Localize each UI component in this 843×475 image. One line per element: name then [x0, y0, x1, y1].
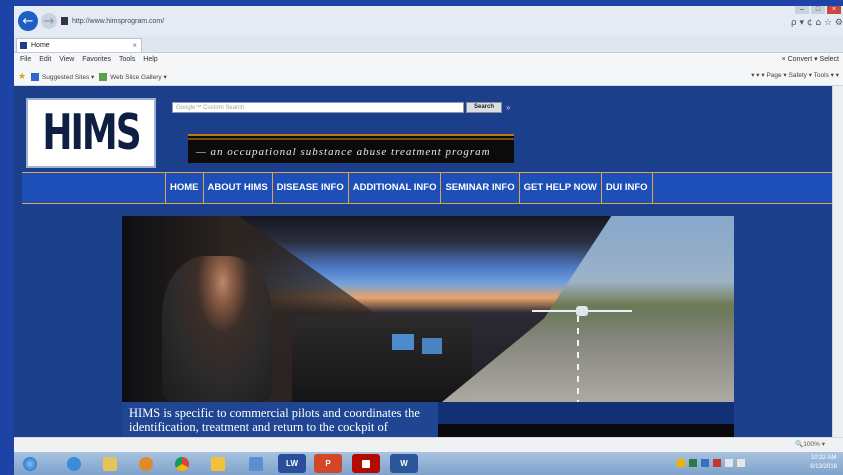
search-more-icon[interactable]: » — [506, 102, 510, 113]
tray-icon-4[interactable] — [713, 459, 721, 467]
favorites-bar: ★ Suggested Sites ▾ Web Slice Gallery ▾ … — [14, 67, 843, 86]
taskbar-media-icon[interactable] — [132, 454, 160, 473]
windows-taskbar: LW P W 10:32 AM 6/13/2016 — [14, 452, 843, 475]
convert-toolbar[interactable]: × Convert ▾ Select — [782, 53, 839, 67]
window-controls: – □ × — [795, 6, 841, 14]
site-icon — [61, 17, 68, 26]
main-navigation: HOME ABOUT HIMS DISEASE INFO ADDITIONAL … — [22, 172, 833, 204]
intro-side-dark — [438, 424, 734, 437]
hero-instrument-panel — [292, 316, 472, 402]
intro-side-panel — [438, 402, 734, 437]
browser-window: ← → http://www.himsprogram.com/ – □ × ρ … — [14, 6, 843, 452]
back-button[interactable]: ← — [18, 11, 38, 31]
zoom-value: 100% — [803, 441, 820, 448]
address-bar: ← → http://www.himsprogram.com/ – □ × ρ … — [14, 6, 843, 36]
hero-display-2 — [422, 338, 442, 354]
close-button[interactable]: × — [827, 6, 841, 14]
taskbar-clock[interactable]: 10:32 AM 6/13/2016 — [810, 454, 837, 472]
web-slice-icon — [99, 73, 108, 82]
minimize-button[interactable]: – — [795, 6, 809, 14]
favicon-icon — [20, 42, 27, 49]
zoom-dropdown-icon[interactable]: ▾ — [822, 441, 825, 448]
command-bar[interactable]: ▾ ▾ ▾ Page ▾ Safety ▾ Tools ▾ ▾ — [751, 67, 839, 85]
nav-disease-info[interactable]: DISEASE INFO — [271, 173, 348, 203]
web-page: HIMS Google™ Custom Search Search » — an… — [14, 86, 833, 437]
tab-home[interactable]: Home × — [16, 38, 142, 52]
favorites-star-icon[interactable]: ★ — [18, 71, 26, 81]
menu-file[interactable]: File — [20, 56, 31, 63]
taskbar-powerpoint-icon[interactable]: P — [314, 454, 342, 473]
menu-items: File Edit View Favorites Tools Help — [14, 56, 158, 63]
maximize-button[interactable]: □ — [811, 6, 825, 14]
zoom-level[interactable]: 🔍100% ▾ — [795, 438, 825, 452]
taskbar-lw-icon[interactable]: LW — [278, 454, 306, 473]
vertical-scrollbar[interactable] — [832, 86, 843, 437]
nav-additional-info[interactable]: ADDITIONAL INFO — [347, 173, 441, 203]
address-tools[interactable]: ρ ▾ ¢ ⌂ ☆ ⚙ — [791, 18, 843, 28]
forward-button[interactable]: → — [41, 13, 57, 29]
taskbar-chrome-icon[interactable] — [168, 454, 196, 473]
taskbar-network-icon[interactable] — [242, 454, 270, 473]
hims-logo[interactable]: HIMS — [26, 98, 156, 168]
hero-display-1 — [392, 334, 414, 350]
hero-pilot — [162, 256, 272, 402]
taskbar-word-icon[interactable]: W — [390, 454, 418, 473]
tray-icon-2[interactable] — [689, 459, 697, 467]
intro-panel: HIMS is specific to commercial pilots an… — [122, 402, 438, 437]
taskbar-explorer-icon[interactable] — [96, 454, 124, 473]
search-input[interactable]: Google™ Custom Search — [172, 102, 464, 113]
system-tray: 10:32 AM 6/13/2016 — [673, 452, 843, 475]
tab-title: Home — [31, 42, 50, 49]
nav-about-hims[interactable]: ABOUT HIMS — [202, 173, 272, 203]
tab-close-icon[interactable]: × — [132, 39, 137, 52]
menu-edit[interactable]: Edit — [39, 56, 51, 63]
tab-bar: Home × — [14, 36, 843, 53]
nav-dui-info[interactable]: DUI INFO — [600, 173, 653, 203]
menu-bar: File Edit View Favorites Tools Help × Co… — [14, 53, 843, 67]
nav-seminar-info[interactable]: SEMINAR INFO — [440, 173, 518, 203]
menu-favorites[interactable]: Favorites — [82, 56, 111, 63]
menu-tools[interactable]: Tools — [119, 56, 135, 63]
url-text: http://www.himsprogram.com/ — [72, 18, 165, 25]
search-button[interactable]: Search — [466, 102, 502, 113]
tray-icon-3[interactable] — [701, 459, 709, 467]
menu-view[interactable]: View — [59, 56, 74, 63]
tagline-rule — [188, 138, 514, 140]
intro-text: HIMS is specific to commercial pilots an… — [129, 406, 420, 434]
taskbar-acrobat-icon[interactable] — [352, 454, 380, 473]
site-header: HIMS Google™ Custom Search Search » — an… — [22, 92, 832, 168]
nav-links: HOME ABOUT HIMS DISEASE INFO ADDITIONAL … — [165, 173, 653, 203]
web-slice-gallery-link[interactable]: Web Slice Gallery ▾ — [110, 74, 167, 81]
nav-get-help-now[interactable]: GET HELP NOW — [518, 173, 601, 203]
hero-airplane — [532, 306, 632, 316]
tray-network-icon[interactable] — [725, 459, 733, 467]
tray-volume-icon[interactable] — [737, 459, 745, 467]
tagline-text: — an occupational substance abuse treatm… — [196, 146, 491, 158]
nav-home[interactable]: HOME — [165, 173, 203, 203]
hero-runway-centerline — [577, 316, 579, 402]
clock-time: 10:32 AM — [810, 455, 837, 461]
taskbar-outlook-icon[interactable] — [204, 454, 232, 473]
url-field[interactable]: http://www.himsprogram.com/ — [61, 15, 581, 29]
taskbar-ie-icon[interactable] — [60, 454, 88, 473]
status-bar: 🔍100% ▾ — [14, 437, 843, 452]
suggested-sites-link[interactable]: Suggested Sites ▾ — [42, 74, 94, 81]
start-button[interactable] — [16, 454, 44, 473]
logo-text: HIMS — [42, 105, 141, 161]
clock-date: 6/13/2016 — [810, 464, 837, 470]
menu-help[interactable]: Help — [143, 56, 157, 63]
suggested-sites-icon — [30, 73, 39, 82]
tagline-banner: — an occupational substance abuse treatm… — [188, 134, 514, 163]
hero-image-cockpit — [122, 216, 734, 402]
tray-icon-1[interactable] — [677, 459, 685, 467]
